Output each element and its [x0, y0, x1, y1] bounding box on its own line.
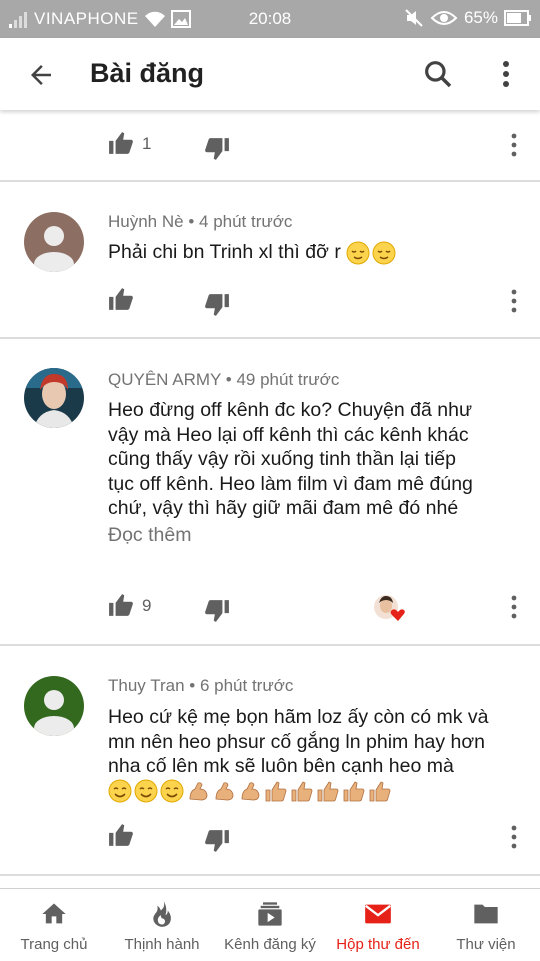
avatar[interactable] — [24, 676, 84, 736]
thumbs-up-emoji-icon — [343, 781, 365, 802]
eye-icon — [430, 11, 458, 25]
nav-label: Thư viện — [456, 936, 516, 953]
library-icon — [474, 904, 498, 924]
flame-icon — [153, 901, 171, 927]
divider — [0, 644, 540, 646]
battery-icon — [504, 10, 531, 26]
comment-actions — [108, 822, 528, 852]
relieved-face-emoji-icon — [346, 241, 370, 265]
nav-label: Thịnh hành — [124, 936, 200, 953]
comment-text-line: nha cố lên mk sẽ luôn bên cạnh heo mà — [108, 755, 454, 777]
comment-text-line: cũng thấy vậy rồi xuống tinh thần lại ti… — [108, 448, 456, 470]
smiling-face-emoji-icon — [160, 779, 184, 803]
nav-label: Kênh đăng ký — [224, 936, 316, 953]
like-icon[interactable] — [108, 592, 134, 618]
comment-author[interactable]: QUYÊN ARMY — [108, 370, 221, 389]
like-icon[interactable] — [108, 822, 134, 848]
comment-actions: 9 — [108, 592, 528, 622]
comment-menu-icon[interactable] — [506, 824, 522, 850]
dislike-icon[interactable] — [204, 598, 230, 624]
comment-meta: Thuy Tran • 6 phút trước — [108, 676, 294, 695]
comment-text-line: Phải chi bn Trinh xl thì đỡ r — [108, 241, 341, 263]
inbox-icon — [365, 904, 391, 924]
dislike-icon[interactable] — [204, 136, 230, 162]
comment-meta: Huỳnh Nè • 4 phút trước — [108, 212, 293, 231]
nav-item-library[interactable]: Thư viện — [432, 889, 540, 961]
status-right: 65% — [404, 8, 532, 28]
dislike-icon[interactable] — [204, 292, 230, 318]
comment-meta: QUYÊN ARMY • 49 phút trước — [108, 370, 340, 389]
dislike-icon[interactable] — [204, 828, 230, 854]
comment-text-line: chứ, vậy thì hãy giữ mãi đam mê đó nhé — [108, 497, 459, 519]
nav-item-inbox[interactable]: Hộp thư đến — [324, 889, 432, 961]
like-icon[interactable] — [108, 130, 134, 156]
comment-text: Phải chi bn Trinh xl thì đỡ r — [108, 240, 518, 265]
like-count: 1 — [142, 134, 152, 153]
comment-feed[interactable]: 1 Huỳnh Nè • 4 phút trước Phải chi bn Tr… — [0, 110, 540, 888]
comment-time: 4 phút trước — [199, 212, 293, 231]
bottom-navigation: Trang chủ Thịnh hành Kênh đăng ký Hộp th… — [0, 888, 540, 960]
emoji-group — [108, 779, 392, 803]
avatar[interactable] — [24, 212, 84, 272]
comment-author[interactable]: Huỳnh Nè — [108, 212, 184, 231]
nav-item-trending[interactable]: Thịnh hành — [108, 889, 216, 961]
default-avatar-icon — [24, 212, 84, 272]
divider — [0, 337, 540, 339]
thumbs-up-emoji-icon — [369, 781, 391, 802]
home-icon — [42, 903, 66, 924]
read-more-link[interactable]: Đọc thêm — [108, 524, 191, 547]
thumbs-up-emoji-icon — [317, 781, 339, 802]
comment-actions: 1 — [108, 130, 528, 160]
comment-author[interactable]: Thuy Tran — [108, 676, 185, 695]
back-arrow-icon[interactable] — [26, 60, 56, 90]
comment-text: Heo cứ kệ mẹ bọn hãm loz ấy còn có mk và… — [108, 705, 518, 803]
comment-menu-icon[interactable] — [506, 288, 522, 314]
mute-icon — [405, 9, 423, 27]
user-photo-avatar — [24, 368, 84, 428]
comment-text-line: Heo đừng off kênh đc ko? Chuyện đã như — [108, 399, 472, 421]
like-count: 9 — [142, 596, 152, 615]
more-options-icon[interactable] — [494, 58, 518, 90]
comment-text-line: mn nên heo phsur cố gắng ln phim hay hơn — [108, 730, 486, 753]
page-title: Bài đăng — [90, 58, 205, 88]
relieved-face-emoji-icon — [372, 241, 396, 265]
search-icon[interactable] — [422, 58, 454, 90]
nav-item-subscriptions[interactable]: Kênh đăng ký — [216, 889, 324, 961]
subscriptions-icon — [258, 902, 282, 926]
battery-percent: 65% — [463, 8, 498, 27]
flexed-biceps-emoji-icon — [215, 782, 234, 801]
app-bar: Bài đăng — [0, 38, 540, 110]
comment-menu-icon[interactable] — [506, 132, 522, 158]
smiling-face-emoji-icon — [108, 779, 132, 803]
comment-text: Heo đừng off kênh đc ko? Chuyện đã như v… — [108, 398, 518, 521]
divider — [0, 874, 540, 876]
thumbs-up-emoji-icon — [291, 781, 313, 802]
comment-menu-icon[interactable] — [506, 594, 522, 620]
avatar[interactable] — [24, 368, 84, 428]
creator-heart-icon — [374, 595, 405, 621]
smiling-face-emoji-icon — [134, 779, 158, 803]
comment-time: 6 phút trước — [199, 676, 294, 695]
like-icon[interactable] — [108, 286, 134, 312]
divider — [0, 180, 540, 182]
comment-time: 49 phút trước — [236, 370, 340, 389]
default-avatar-icon — [24, 676, 84, 736]
nav-label: Trang chủ — [20, 936, 88, 953]
comment-actions — [108, 286, 528, 316]
comment-text-line: Heo cứ kệ mẹ bọn hãm loz ấy còn có mk và — [108, 706, 489, 728]
comment-text-line: tục off kênh. Heo làm film vì đam mê đún… — [108, 472, 473, 495]
thumbs-up-emoji-icon — [265, 781, 287, 802]
flexed-biceps-emoji-icon — [241, 782, 260, 801]
emoji-group — [346, 241, 396, 265]
comment-text-line: vậy mà Heo lại off kênh thì các kênh khá… — [108, 423, 469, 446]
status-bar: VINAPHONE 20:08 65% — [0, 0, 540, 38]
flexed-biceps-emoji-icon — [189, 782, 208, 801]
nav-item-home[interactable]: Trang chủ — [0, 889, 108, 961]
nav-label: Hộp thư đến — [336, 936, 420, 953]
